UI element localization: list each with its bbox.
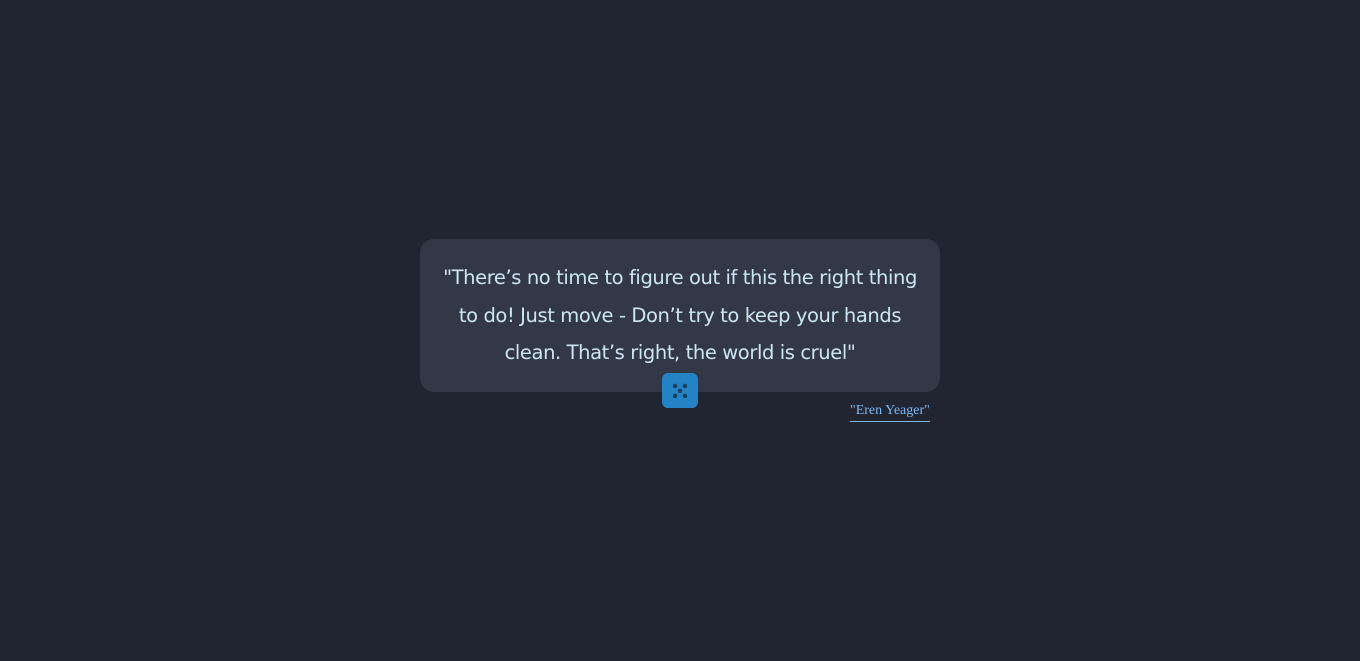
quote-card: "There’s no time to figure out if this t… — [420, 239, 940, 392]
author-link[interactable]: "Eren Yeager" — [850, 403, 930, 422]
dice-five-icon — [672, 383, 688, 398]
random-quote-button[interactable] — [662, 373, 698, 408]
quote-text: "There’s no time to figure out if this t… — [443, 266, 917, 364]
